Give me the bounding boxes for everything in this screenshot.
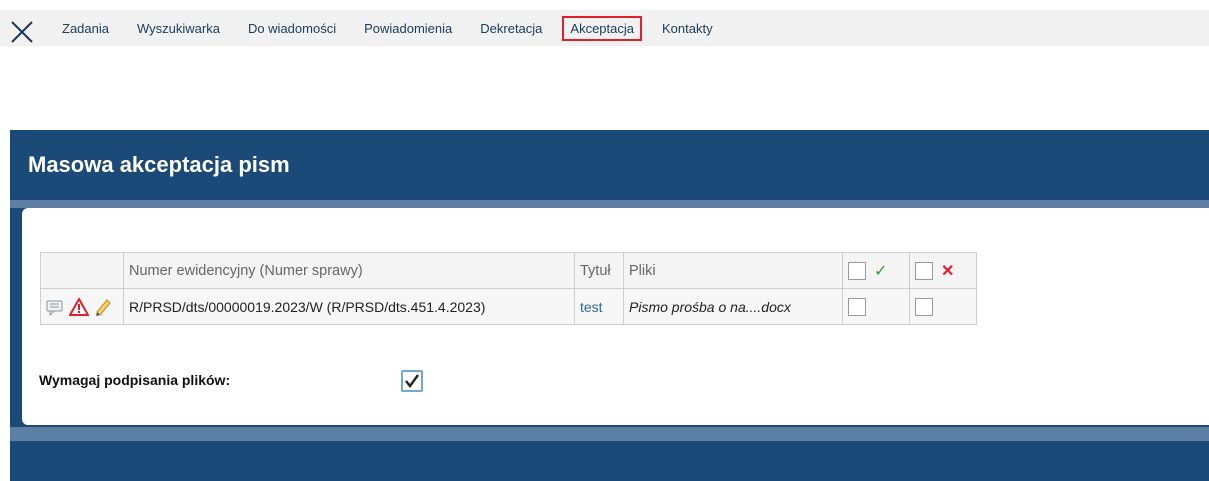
panel-footer-divider xyxy=(10,427,1209,441)
nav-links: Zadania Wyszukiwarka Do wiadomości Powia… xyxy=(54,10,733,46)
row-reject-cell xyxy=(909,288,977,325)
mass-acceptance-panel: Masowa akceptacja pism Numer ewidencyjny… xyxy=(10,130,1209,481)
nav-item-zadania[interactable]: Zadania xyxy=(54,16,117,41)
header-number[interactable]: Numer ewidencyjny (Numer sprawy) xyxy=(123,252,575,289)
row-file-link[interactable]: Pismo prośba o na....docx xyxy=(623,288,843,325)
header-accept-all: ✓ xyxy=(842,252,910,289)
header-title[interactable]: Tytuł xyxy=(574,252,624,289)
row-accept-checkbox[interactable] xyxy=(848,297,866,316)
nav-item-powiadomienia[interactable]: Powiadomienia xyxy=(356,16,460,41)
nav-item-akceptacja[interactable]: Akceptacja xyxy=(562,15,642,41)
nav-item-dekretacja[interactable]: Dekretacja xyxy=(472,16,550,41)
require-signing-label: Wymagaj podpisania plików: xyxy=(39,372,231,388)
select-all-accept-checkbox[interactable] xyxy=(848,261,866,280)
nav-item-wyszukiwarka[interactable]: Wyszukiwarka xyxy=(129,16,228,41)
select-all-reject-checkbox[interactable] xyxy=(915,261,933,280)
panel-body: Numer ewidencyjny (Numer sprawy) Tytuł P… xyxy=(22,208,1209,425)
row-title: test xyxy=(574,288,624,325)
nav-item-do-wiadomosci[interactable]: Do wiadomości xyxy=(240,16,344,41)
nav-item-kontakty[interactable]: Kontakty xyxy=(654,16,721,41)
row-accept-cell xyxy=(842,288,910,325)
page-title: Masowa akceptacja pism xyxy=(28,152,290,177)
panel-divider xyxy=(10,200,1209,208)
pencil-icon[interactable] xyxy=(93,298,113,316)
row-number: R/PRSD/dts/00000019.2023/W (R/PRSD/dts.4… xyxy=(123,288,575,325)
header-files: Pliki xyxy=(623,252,843,289)
header-reject-all: ✕ xyxy=(909,252,977,289)
table-header-row: Numer ewidencyjny (Numer sprawy) Tytuł P… xyxy=(40,252,977,289)
table-row: R/PRSD/dts/00000019.2023/W (R/PRSD/dts.4… xyxy=(40,288,977,325)
check-icon: ✓ xyxy=(874,262,888,280)
warning-icon[interactable] xyxy=(68,297,89,316)
row-icons xyxy=(40,288,124,325)
checkmark-icon xyxy=(405,374,419,388)
require-signing-checkbox[interactable] xyxy=(401,370,423,392)
close-icon[interactable] xyxy=(10,20,34,44)
row-title-link[interactable]: test xyxy=(580,299,603,315)
row-reject-checkbox[interactable] xyxy=(915,297,933,316)
header-icons xyxy=(40,252,124,289)
documents-table: Numer ewidencyjny (Numer sprawy) Tytuł P… xyxy=(40,252,977,325)
top-navigation: Zadania Wyszukiwarka Do wiadomości Powia… xyxy=(0,10,1209,46)
comment-icon[interactable] xyxy=(45,298,65,316)
cross-icon: ✕ xyxy=(941,262,955,280)
